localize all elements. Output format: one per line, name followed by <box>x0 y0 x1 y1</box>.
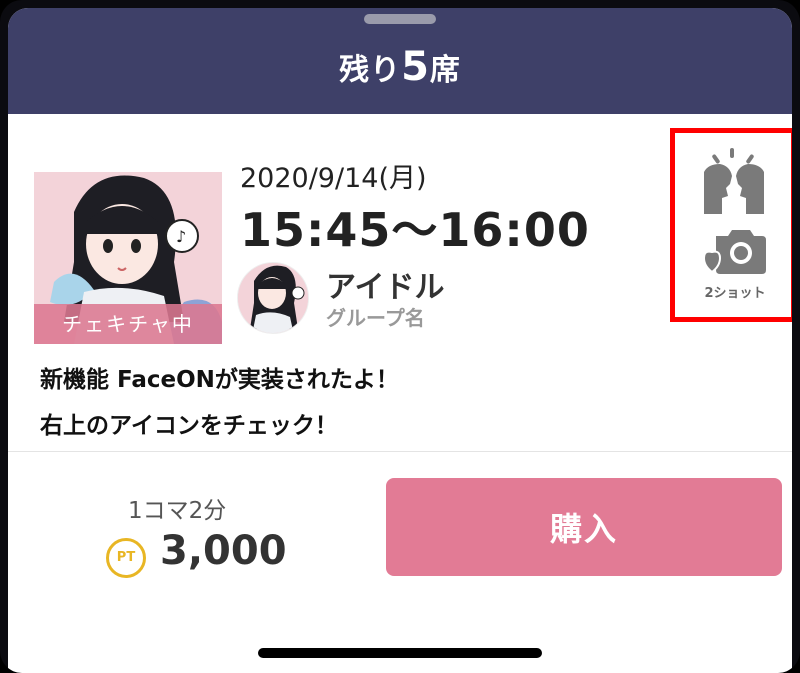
header-bar: 残り5席 <box>8 8 792 114</box>
idol-thumbnail[interactable]: ♪ チェキチャ中 <box>34 172 222 344</box>
screen-frame: 残り5席 ♪ チェキチャ中 2020/9/14(月) 15:45～16:00 ア… <box>0 0 800 673</box>
seats-prefix: 残り <box>339 53 402 88</box>
event-time: 15:45～16:00 <box>240 203 590 257</box>
seats-count: 5 <box>401 44 430 90</box>
seats-suffix: 席 <box>429 53 461 88</box>
faceon-icon[interactable] <box>700 148 768 220</box>
svg-text:♪: ♪ <box>176 227 186 246</box>
event-date: 2020/9/14(月) <box>240 163 427 194</box>
avatar-illustration <box>238 263 308 333</box>
camera-icon[interactable] <box>702 228 768 278</box>
points-currency-icon: PT <box>106 538 146 578</box>
event-card: 残り5席 ♪ チェキチャ中 2020/9/14(月) 15:45～16:00 ア… <box>8 8 792 673</box>
idol-avatar[interactable] <box>237 262 309 334</box>
two-shot-caption: 2ショット <box>704 286 766 301</box>
home-indicator[interactable] <box>258 648 542 658</box>
notice-line-2: 右上のアイコンをチェック！ <box>40 413 338 439</box>
buy-button[interactable]: 購入 <box>386 478 782 576</box>
group-name: グループ名 <box>326 306 425 330</box>
slot-duration-label: 1コマ2分 <box>128 498 227 524</box>
section-divider <box>8 451 792 452</box>
notice-line-1: 新機能 FaceONが実装されたよ！ <box>40 367 399 393</box>
drag-handle[interactable] <box>364 14 436 24</box>
seats-remaining-title: 残り5席 <box>8 44 792 90</box>
idol-name: アイドル <box>326 270 445 305</box>
price-value: 3,000 <box>160 528 287 574</box>
chat-status-badge: チェキチャ中 <box>34 304 222 344</box>
